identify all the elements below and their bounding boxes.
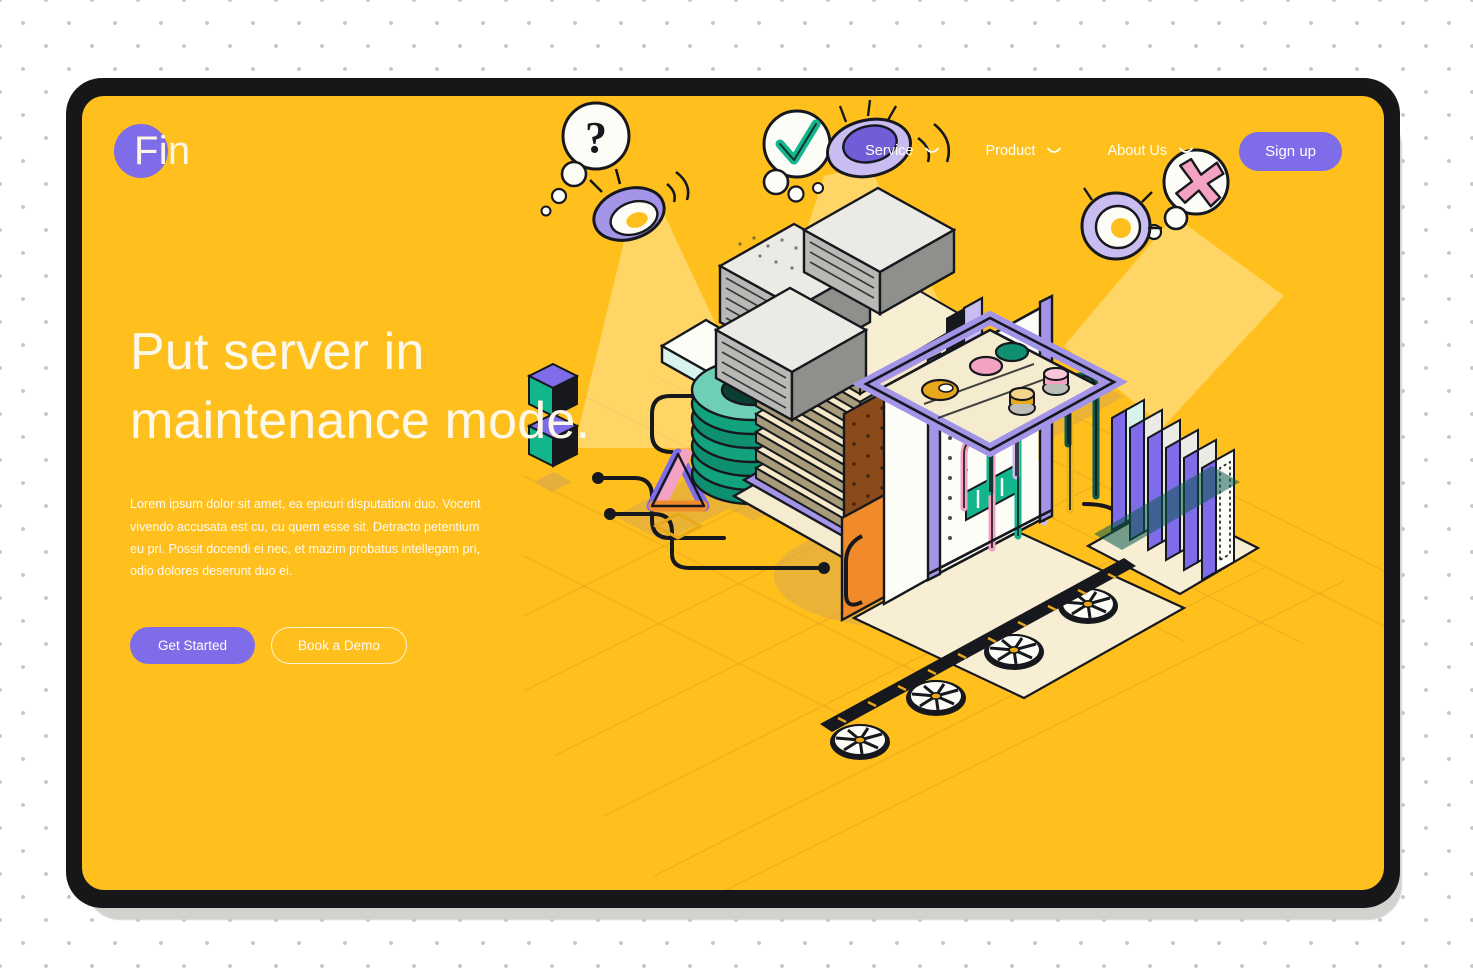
hero-actions: Get Started Book a Demo xyxy=(130,626,610,664)
brand-logo[interactable]: Fin xyxy=(114,121,190,181)
tablet-device-frame: ? Fin Service Product About Us Sign up P… xyxy=(66,78,1400,908)
cable-nodes xyxy=(592,472,1182,574)
isometric-server-maintenance-illustration: ? xyxy=(524,96,1384,890)
floor-grid xyxy=(524,340,1384,890)
nav-item-label: Service xyxy=(865,143,914,159)
nav-item-label: About Us xyxy=(1107,143,1168,159)
chevron-down-icon[interactable] xyxy=(1179,147,1194,156)
hero-paragraph: Lorem ipsum dolor sit amet, ea epicuri d… xyxy=(130,497,481,579)
cable-coil xyxy=(690,358,814,506)
signup-button[interactable]: Sign up xyxy=(1239,131,1342,171)
floor-cables xyxy=(596,338,1176,570)
nav-item-service[interactable]: Service xyxy=(865,143,940,159)
ground-shadows xyxy=(614,336,1124,628)
server-rack-main xyxy=(840,294,1187,700)
triangle-prop xyxy=(646,448,710,540)
server-blade-stack xyxy=(1085,398,1261,596)
tablet-screen: ? Fin Service Product About Us Sign up P… xyxy=(82,96,1384,890)
nav-item-product[interactable]: Product xyxy=(985,143,1062,159)
server-tray-stack xyxy=(731,258,1011,576)
nav-item-about-us[interactable]: About Us xyxy=(1107,143,1194,159)
main-navigation: Service Product About Us Sign up xyxy=(865,131,1342,171)
nav-item-label: Product xyxy=(985,143,1036,159)
light-beams xyxy=(574,166,1284,448)
logo-text: Fin xyxy=(134,128,191,173)
chevron-down-icon[interactable] xyxy=(925,147,940,156)
chevron-down-icon[interactable] xyxy=(1047,147,1062,156)
book-demo-button[interactable]: Book a Demo xyxy=(271,626,407,664)
get-started-button[interactable]: Get Started xyxy=(130,626,256,664)
server-rack-modules-top xyxy=(713,186,957,423)
site-header: Fin Service Product About Us Sign up xyxy=(82,96,1384,206)
floor-rail xyxy=(820,558,1136,732)
floor-fans xyxy=(830,588,1118,760)
hero-section: Put server in maintenance mode. Lorem ip… xyxy=(130,318,610,664)
network-boxes xyxy=(659,264,851,391)
page-title: Put server in maintenance mode. xyxy=(130,323,591,450)
